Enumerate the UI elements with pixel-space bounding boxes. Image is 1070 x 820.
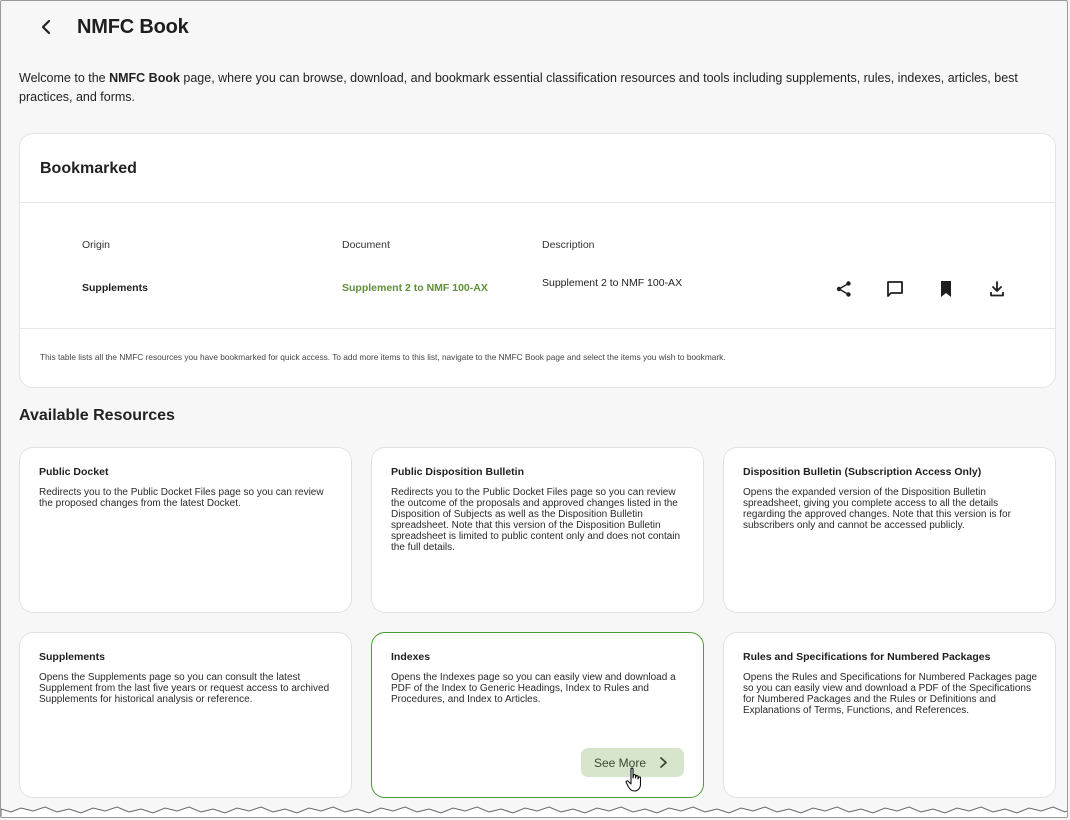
resource-card-public-disposition-bulletin[interactable]: Public Disposition Bulletin Redirects yo… (371, 447, 704, 613)
row-document-link[interactable]: Supplement 2 to NMF 100-AX (342, 282, 488, 294)
resource-card-title: Indexes (391, 651, 431, 663)
share-icon (836, 281, 851, 297)
row-actions (832, 277, 1009, 301)
resource-card-public-docket[interactable]: Public Docket Redirects you to the Publi… (19, 447, 352, 613)
chevron-left-icon (41, 19, 51, 35)
divider (20, 328, 1055, 329)
resource-card-rules-specifications[interactable]: Rules and Specifications for Numbered Pa… (723, 632, 1056, 798)
back-button[interactable] (31, 13, 61, 41)
download-button[interactable] (985, 277, 1009, 301)
torn-edge-decoration (1, 806, 1067, 817)
comment-icon (887, 281, 903, 297)
intro-text: Welcome to the NMFC Book page, where you… (19, 69, 1049, 107)
resource-card-description: Opens the Supplements page so you can co… (39, 672, 330, 705)
available-resources-title: Available Resources (19, 407, 175, 424)
row-origin: Supplements (82, 282, 148, 294)
bookmark-icon (941, 281, 951, 297)
bookmarked-footer-note: This table lists all the NMFC resources … (40, 352, 726, 362)
comment-button[interactable] (883, 277, 907, 301)
bookmarked-card: Bookmarked Origin Document Description S… (19, 133, 1056, 388)
divider (20, 202, 1055, 203)
column-header-description: Description (542, 239, 595, 251)
bookmarked-title: Bookmarked (40, 160, 137, 177)
resource-card-description: Redirects you to the Public Docket Files… (39, 487, 324, 509)
intro-bold: NMFC Book (109, 71, 180, 85)
row-description: Supplement 2 to NMF 100-AX (542, 277, 683, 289)
page-header: NMFC Book (19, 13, 189, 41)
resource-card-description: Opens the Rules and Specifications for N… (743, 672, 1038, 716)
resource-card-disposition-bulletin-subscription[interactable]: Disposition Bulletin (Subscription Acces… (723, 447, 1056, 613)
share-button[interactable] (832, 277, 856, 301)
bookmark-button[interactable] (934, 277, 958, 301)
resource-card-title: Public Disposition Bulletin (391, 466, 525, 478)
resource-card-description: Opens the expanded version of the Dispos… (743, 487, 1011, 531)
hand-pointer-icon (625, 767, 642, 792)
resource-card-description: Opens the Indexes page so you can easily… (391, 672, 676, 705)
column-header-document: Document (342, 239, 390, 251)
chevron-right-icon (660, 757, 667, 768)
resource-card-title: Supplements (39, 651, 105, 663)
resource-card-indexes[interactable]: Indexes Opens the Indexes page so you ca… (371, 632, 704, 798)
app-window: NMFC Book Welcome to the NMFC Book page,… (0, 0, 1068, 818)
resource-card-description: Redirects you to the Public Docket Files… (391, 487, 681, 553)
resource-card-supplements[interactable]: Supplements Opens the Supplements page s… (19, 632, 352, 798)
resource-card-title: Public Docket (39, 466, 109, 478)
intro-prefix: Welcome to the (19, 71, 110, 85)
resource-card-title: Rules and Specifications for Numbered Pa… (743, 651, 991, 663)
download-icon (990, 281, 1004, 297)
resource-card-title: Disposition Bulletin (Subscription Acces… (743, 466, 982, 478)
column-header-origin: Origin (82, 239, 111, 251)
page-title: NMFC Book (77, 15, 189, 38)
